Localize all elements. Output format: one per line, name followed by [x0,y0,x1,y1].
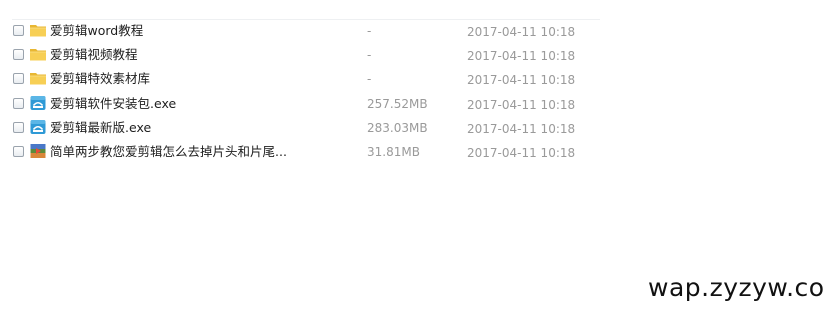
file-size: 31.81MB [367,144,420,159]
file-date: 2017-04-11 10:18 [467,97,576,112]
file-name[interactable]: 爱剪辑特效素材库 [50,71,150,87]
file-size: 283.03MB [367,120,428,135]
row-checkbox[interactable] [13,97,24,109]
file-row[interactable]: 爱剪辑软件安装包.exe 257.52MB 2017-04-11 10:18 [0,93,600,117]
file-size: 257.52MB [367,96,428,111]
file-date: 2017-04-11 10:18 [467,49,576,64]
watermark-text: wap.zyzyw.co [648,273,825,302]
exe-icon [29,95,47,111]
file-size: - [367,24,372,38]
folder-icon [29,70,47,86]
file-size: - [367,48,372,63]
file-name[interactable]: 简单两步教您爱剪辑怎么去掉片头和片尾... [50,144,287,160]
file-row[interactable]: 爱剪辑视频教程 - 2017-04-11 10:18 [0,44,600,68]
row-checkbox[interactable] [13,73,24,85]
file-row[interactable]: 爱剪辑最新版.exe 283.03MB 2017-04-11 10:18 [0,117,600,141]
file-row[interactable]: 简单两步教您爱剪辑怎么去掉片头和片尾... 31.81MB 2017-04-11… [0,141,600,165]
file-name[interactable]: 爱剪辑软件安装包.exe [50,96,176,112]
file-date: 2017-04-11 10:18 [467,25,576,39]
file-row[interactable]: 爱剪辑word教程 - 2017-04-11 10:18 [0,20,600,44]
file-name[interactable]: 爱剪辑word教程 [50,23,143,39]
file-size: - [367,72,372,87]
file-name[interactable]: 爱剪辑视频教程 [50,47,138,63]
exe-icon [29,119,47,135]
file-name[interactable]: 爱剪辑最新版.exe [50,120,151,136]
video-file-icon [29,143,47,159]
folder-icon [29,22,47,38]
row-checkbox[interactable] [13,145,24,157]
row-checkbox[interactable] [13,121,24,133]
file-row[interactable]: 爱剪辑特效素材库 - 2017-04-11 10:18 [0,68,600,92]
file-date: 2017-04-11 10:18 [467,73,576,88]
file-date: 2017-04-11 10:18 [467,121,576,136]
file-browser: 爱剪辑word教程 - 2017-04-11 10:18 爱剪辑视频教程 - 2… [0,0,833,310]
folder-icon [29,46,47,62]
row-checkbox[interactable] [13,25,24,36]
row-checkbox[interactable] [13,49,24,61]
file-date: 2017-04-11 10:18 [467,145,576,160]
file-list: 爱剪辑word教程 - 2017-04-11 10:18 爱剪辑视频教程 - 2… [0,20,600,165]
